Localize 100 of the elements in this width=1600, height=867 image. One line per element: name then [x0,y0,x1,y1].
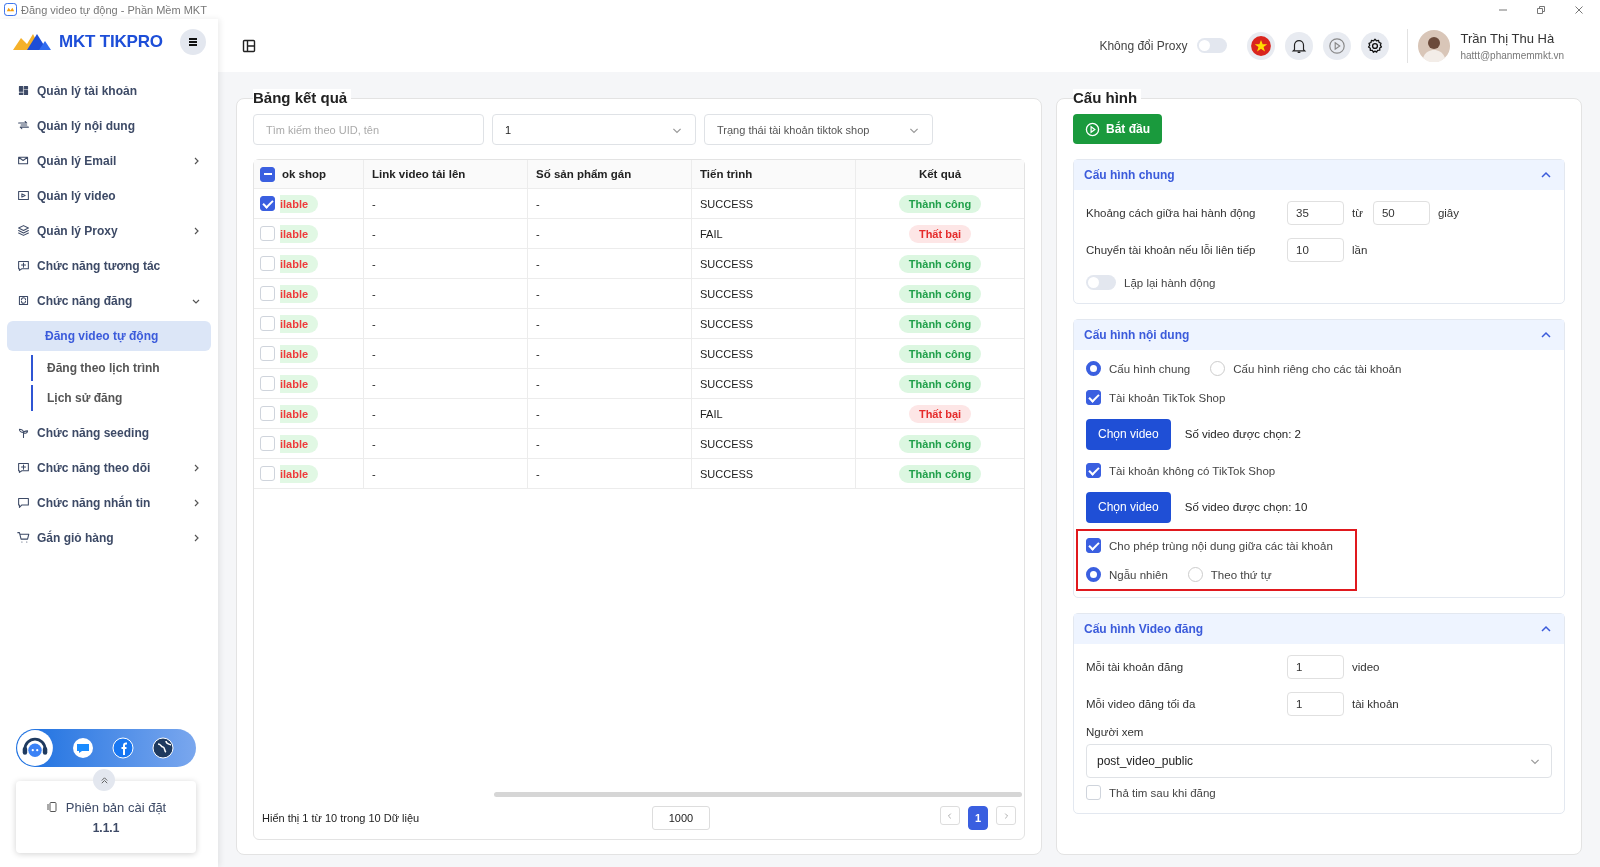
version-number: 1.1.1 [92,820,120,835]
choose-video-button[interactable]: Chọn video [1086,418,1171,450]
radio-label: Ngẫu nhiên [1109,568,1168,581]
count-dropdown[interactable]: 1 [492,114,696,145]
radio-button[interactable] [1086,567,1101,582]
result-label: Thất bại [908,404,972,423]
status-dropdown[interactable]: Trạng thái tài khoản tiktok shop [704,114,933,145]
restore-icon[interactable] [1536,4,1546,15]
app-icon [4,3,17,16]
radio-button[interactable] [1086,361,1101,376]
chevron-left-icon [946,811,954,820]
table-cell: - [528,429,692,458]
submenu-item[interactable]: Đăng video tự động [7,321,211,351]
sidebar-item[interactable]: Chức năng seeding [7,415,211,450]
input-field[interactable]: 1 [1287,654,1344,679]
input-field[interactable]: 50 [1372,200,1430,225]
window-title: Đăng video tự động - Phần Mềm MKT [21,3,207,16]
menu-button[interactable] [180,29,206,55]
avatar-icon[interactable] [1418,29,1451,62]
menu-icon [187,36,199,48]
search-field[interactable]: Tìm kiếm theo UID, tên [253,114,484,145]
submenu-item[interactable]: Lịch sử đăng [31,385,211,411]
chevron-right-icon [1002,811,1010,820]
shop-status-label: ilable [280,254,319,273]
result-label: Thành công [898,464,982,483]
play-button[interactable] [1323,31,1352,60]
proxy-toggle[interactable] [1197,38,1228,53]
summary-text: Hiển thị 1 từ 10 trong 10 Dữ liệu [262,812,421,824]
table-cell: SUCCESS [692,339,856,368]
layout-icon[interactable] [242,38,256,53]
shop-status-label: ilable [280,344,319,363]
shop-status-label: ilable [280,224,319,243]
result-label: Thành công [898,254,982,273]
table-cell: - [364,369,528,398]
header-checkbox[interactable] [260,166,275,182]
checkbox-label: Cho phép trùng nội dung giữa các tài khoản [1109,539,1333,552]
table-cell: - [364,189,528,218]
cart-icon [17,531,30,544]
field-label: Người xem [1086,726,1145,738]
table-cell: - [528,219,692,248]
settings-button[interactable] [1361,31,1390,60]
video-icon [17,189,30,202]
sidebar-item[interactable]: Quản lý tài khoản [7,73,211,108]
viewer-dropdown[interactable]: post_video_public [1086,744,1552,778]
social-icon[interactable] [112,737,134,759]
sidebar-item[interactable]: Quản lý video [7,178,211,213]
radio-label: Cấu hình riêng cho các tài khoản [1233,362,1402,375]
table-cell: - [528,369,692,398]
checkbox[interactable] [1086,463,1101,478]
double-chevron-icon [99,775,109,785]
choose-video-button[interactable]: Chọn video [1086,491,1171,523]
unit-text: video [1352,660,1380,673]
section-header[interactable]: Cấu hình chung [1074,160,1564,190]
scrollbar[interactable] [494,792,1022,797]
sidebar-item[interactable]: Chức năng đăng [7,283,211,318]
sidebar-item[interactable]: Quản lý nội dung [7,108,211,143]
globe-icon[interactable] [152,737,174,759]
column-header: Kết quả [917,167,963,182]
sidebar-item[interactable]: Chức năng tương tác [7,248,211,283]
flag-button[interactable] [1247,31,1276,60]
close-icon[interactable] [1574,4,1584,15]
mail-icon [17,154,30,167]
unit-text: tài khoản [1352,697,1399,710]
sidebar-item[interactable]: Quản lý Proxy [7,213,211,248]
input-field[interactable]: 10 [1287,237,1344,262]
grid-icon [17,84,30,97]
section-header[interactable]: Cấu hình nội dung [1074,320,1564,350]
input-field[interactable]: 35 [1287,200,1344,225]
checkbox[interactable] [1086,390,1101,405]
collapse-button[interactable] [93,769,115,791]
table-cell: - [528,279,692,308]
notification-button[interactable] [1285,31,1314,60]
calendar-icon [17,294,30,307]
result-label: Thành công [898,194,982,213]
chat-bubble-icon[interactable] [72,737,94,759]
submenu-item[interactable]: Đăng theo lịch trình [31,355,211,381]
start-button[interactable]: Bắt đầu [1073,114,1162,144]
device-icon [45,801,58,813]
row-checkbox[interactable] [260,196,275,211]
input-field[interactable]: 1 [1287,691,1344,716]
section-header[interactable]: Cấu hình Video đăng [1074,614,1564,644]
section-title: Cấu hình Video đăng [1084,622,1204,636]
shop-status-label: ilable [280,404,319,423]
sidebar-item[interactable]: Gắn giỏ hàng [7,520,211,555]
page-size-field[interactable]: 1000 [652,806,710,830]
sidebar-item[interactable]: Chức năng theo dõi [7,450,211,485]
checkbox[interactable] [1086,538,1101,553]
shop-status-label: ilable [280,464,319,483]
result-label: Thất bại [908,224,972,243]
radio-label: Cấu hình chung [1109,362,1191,375]
sidebar-item[interactable]: Quản lý Email [7,143,211,178]
page-button[interactable]: 1 [968,806,988,830]
table-cell: - [528,309,692,338]
table-cell: - [528,399,692,428]
sidebar-item[interactable]: Chức năng nhắn tin [7,485,211,520]
headset-icon[interactable] [16,729,54,767]
section-title: Cấu hình nội dung [1084,328,1190,342]
toggle-switch[interactable] [1086,275,1116,290]
table-cell: - [364,309,528,338]
proxy-label: Không đổi Proxy [1099,38,1188,53]
